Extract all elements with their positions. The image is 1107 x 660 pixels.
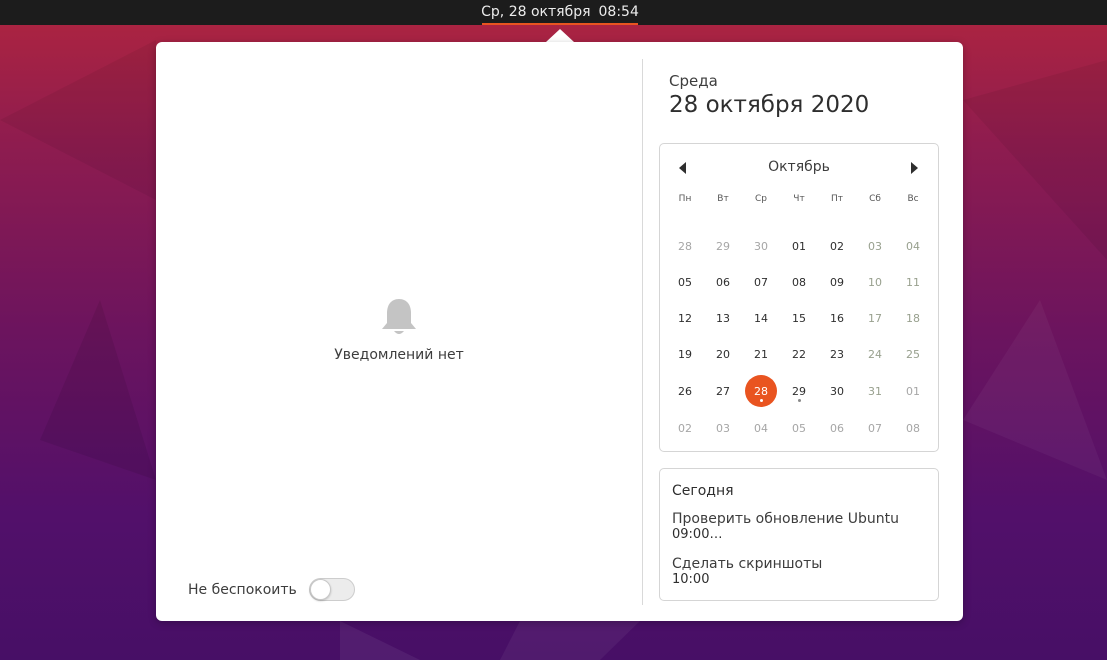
calendar-day[interactable]: 05 [783, 412, 815, 444]
weekday-header: Ср [755, 194, 767, 204]
calendar-day[interactable]: 30 [745, 230, 777, 262]
weekday-header: Пн [678, 194, 692, 204]
calendar: Октябрь Пн Вт Ср Чт Пт Сб Вс 28 29 30 01 02 03 04 05 06… [659, 143, 939, 452]
calendar-day[interactable]: 02 [821, 230, 853, 262]
calendar-day[interactable]: 29 [783, 375, 815, 407]
calendar-day[interactable]: 31 [859, 375, 891, 407]
weekday-header: Вт [717, 194, 729, 204]
events-heading: Сегодня [672, 483, 734, 499]
weekday-header: Пт [830, 194, 843, 204]
calendar-day[interactable]: 03 [859, 230, 891, 262]
panel-divider [642, 59, 643, 605]
calendar-day[interactable]: 08 [783, 266, 815, 298]
calendar-day[interactable]: 23 [821, 338, 853, 370]
event-time: 09:00… [672, 527, 723, 542]
clock-date: Ср, 28 октября [481, 3, 591, 20]
events-section[interactable]: Сегодня Проверить обновление Ubuntu 09:0… [659, 468, 939, 601]
calendar-day[interactable]: 20 [707, 338, 739, 370]
calendar-day[interactable]: 11 [897, 266, 929, 298]
event-item[interactable]: Проверить обновление Ubuntu 09:00… [672, 511, 899, 543]
calendar-day[interactable]: 28 [745, 375, 777, 407]
calendar-day[interactable]: 06 [821, 412, 853, 444]
calendar-day[interactable]: 03 [707, 412, 739, 444]
calendar-day[interactable]: 08 [897, 412, 929, 444]
calendar-day[interactable]: 14 [745, 302, 777, 334]
calendar-month-label: Октябрь [768, 159, 830, 175]
weekday-header: Вс [907, 194, 919, 204]
date-menu-popup: Уведомлений нет Не беспокоить Среда 28 о… [156, 42, 963, 621]
notifications-placeholder: Уведомлений нет [156, 297, 642, 363]
calendar-day[interactable]: 07 [745, 266, 777, 298]
calendar-day[interactable]: 10 [859, 266, 891, 298]
calendar-day[interactable]: 04 [745, 412, 777, 444]
calendar-day[interactable]: 28 [669, 230, 701, 262]
top-panel: Ср, 28 октября 08:54 [0, 0, 1107, 25]
calendar-day[interactable]: 24 [859, 338, 891, 370]
calendar-day[interactable]: 01 [897, 375, 929, 407]
do-not-disturb: Не беспокоить [188, 578, 355, 601]
calendar-day[interactable]: 27 [707, 375, 739, 407]
chevron-right-icon [910, 162, 918, 174]
full-date-label[interactable]: 28 октября 2020 [669, 92, 869, 118]
calendar-day[interactable]: 18 [897, 302, 929, 334]
calendar-day[interactable]: 21 [745, 338, 777, 370]
weekday-label[interactable]: Среда [669, 72, 718, 90]
toggle-knob [309, 579, 331, 600]
calendar-day[interactable]: 16 [821, 302, 853, 334]
no-notifications-label: Уведомлений нет [334, 347, 464, 363]
calendar-day[interactable]: 26 [669, 375, 701, 407]
calendar-day[interactable]: 25 [897, 338, 929, 370]
calendar-day[interactable]: 17 [859, 302, 891, 334]
calendar-day[interactable]: 12 [669, 302, 701, 334]
weekday-header: Чт [793, 194, 805, 204]
calendar-day[interactable]: 01 [783, 230, 815, 262]
calendar-day[interactable]: 02 [669, 412, 701, 444]
event-item[interactable]: Сделать скриншоты 10:00 [672, 556, 822, 588]
calendar-day[interactable]: 09 [821, 266, 853, 298]
clock-button[interactable]: Ср, 28 октября 08:54 [481, 0, 639, 25]
event-title: Сделать скриншоты [672, 556, 823, 572]
clock-time: 08:54 [598, 3, 639, 20]
calendar-day[interactable]: 13 [707, 302, 739, 334]
calendar-day[interactable]: 22 [783, 338, 815, 370]
do-not-disturb-label: Не беспокоить [188, 581, 297, 598]
calendar-day[interactable]: 04 [897, 230, 929, 262]
event-indicator-dot [760, 399, 763, 402]
calendar-day[interactable]: 07 [859, 412, 891, 444]
event-title: Проверить обновление Ubuntu [672, 511, 899, 527]
calendar-day[interactable]: 29 [707, 230, 739, 262]
calendar-day[interactable]: 05 [669, 266, 701, 298]
calendar-day[interactable]: 15 [783, 302, 815, 334]
popup-pointer [546, 29, 574, 42]
calendar-day[interactable]: 19 [669, 338, 701, 370]
event-time: 10:00 [672, 572, 710, 587]
weekday-header: Сб [869, 194, 881, 204]
calendar-day[interactable]: 30 [821, 375, 853, 407]
do-not-disturb-toggle[interactable] [308, 578, 355, 601]
calendar-day[interactable]: 06 [707, 266, 739, 298]
event-indicator-dot [798, 399, 801, 402]
next-month-button[interactable] [908, 160, 920, 176]
bell-icon [382, 299, 416, 334]
